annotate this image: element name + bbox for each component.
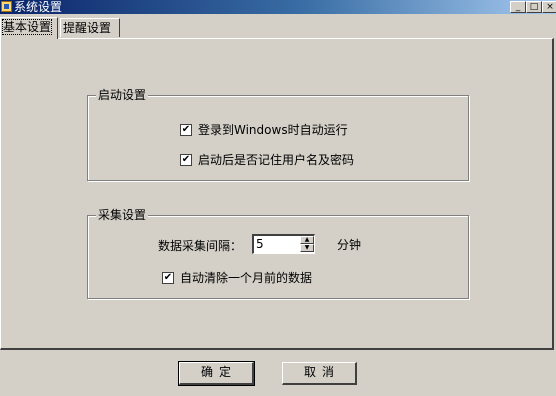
auto-clear-checkbox[interactable]: ✔ — [162, 272, 174, 284]
startup-settings-group: 启动设置 ✔ 登录到Windows时自动运行 ✔ 启动后是否记住用户名及密码 — [87, 88, 469, 181]
auto-clear-label: 自动清除一个月前的数据 — [180, 271, 313, 285]
tab-label: 基本设置 — [1, 19, 53, 35]
tab-panel-basic-settings: 启动设置 ✔ 登录到Windows时自动运行 ✔ 启动后是否记住用户名及密码 采… — [0, 38, 554, 350]
close-button[interactable]: × — [542, 1, 556, 13]
auto-run-label: 登录到Windows时自动运行 — [198, 123, 348, 137]
tab-label: 提醒设置 — [63, 21, 112, 35]
spin-down-icon[interactable]: ▼ — [300, 244, 314, 252]
cancel-button[interactable]: 取消 — [282, 362, 357, 385]
maximize-button[interactable]: □ — [526, 1, 542, 13]
group-title: 采集设置 — [96, 208, 149, 222]
window-title: 系统设置 — [14, 0, 63, 14]
collection-settings-group: 采集设置 数据采集间隔： 5 ▲ ▼ 分钟 ✔ 自动清除一个月前的数据 — [87, 208, 469, 299]
interval-label: 数据采集间隔： — [158, 239, 243, 253]
app-icon — [1, 1, 12, 12]
remember-credentials-label: 启动后是否记住用户名及密码 — [198, 153, 355, 167]
interval-unit: 分钟 — [337, 238, 362, 252]
minimize-button[interactable]: _ — [510, 1, 526, 13]
remember-credentials-checkbox[interactable]: ✔ — [180, 154, 192, 166]
group-title: 启动设置 — [96, 88, 149, 102]
tab-reminder-settings[interactable]: 提醒设置 — [60, 18, 120, 37]
interval-value[interactable]: 5 — [256, 237, 264, 251]
ok-button[interactable]: 确定 — [178, 361, 255, 386]
interval-spinbox[interactable]: 5 ▲ ▼ — [252, 234, 315, 254]
title-bar[interactable]: 系统设置 _ □ × — [0, 0, 556, 14]
auto-run-checkbox[interactable]: ✔ — [180, 124, 192, 136]
spin-up-icon[interactable]: ▲ — [300, 236, 314, 244]
tab-basic-settings[interactable]: 基本设置 — [0, 17, 58, 39]
